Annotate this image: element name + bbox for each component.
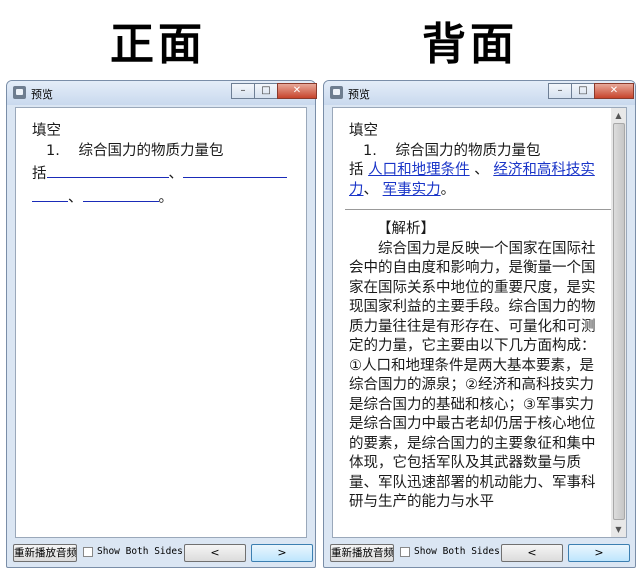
replay-audio-button[interactable]: 重新播放音频 (330, 544, 394, 562)
show-both-sides-checkbox[interactable] (400, 547, 410, 557)
question-stem-text-2: 括 (32, 166, 47, 182)
question-blanks-line-1: 括、 (32, 161, 296, 185)
analysis-title: 【解析】 (377, 221, 435, 237)
bottom-toolbar: 重新播放音频 Show Both Sides < > (328, 542, 631, 564)
maximize-button[interactable]: □ (254, 83, 278, 99)
minimize-button[interactable]: – (231, 83, 255, 99)
vertical-scrollbar[interactable]: ▲ ▼ (611, 108, 626, 537)
window-titlebar[interactable]: 预览 – □ ✕ (324, 81, 635, 105)
show-both-sides-checkbox[interactable] (83, 547, 93, 557)
divider (345, 209, 611, 210)
question-stem: 1. 综合国力的物质力量包 (349, 142, 607, 162)
question-number: 1. (46, 142, 60, 159)
card-content-front: 填空 1. 综合国力的物质力量包 括、 、。 (15, 107, 307, 538)
separator: 、 (363, 181, 379, 198)
back-side-title: 背面 (422, 19, 518, 70)
answer-blank-2a (183, 161, 287, 178)
question-type-label: 填空 (349, 123, 378, 139)
preview-window-back: 预览 – □ ✕ 填空 1. 综合国力的物质力量包 括 人口和地理条件 、 经济… (323, 80, 636, 568)
app-icon (13, 86, 26, 99)
answer-3: 军事实力 (382, 181, 441, 198)
close-button[interactable]: ✕ (594, 83, 634, 99)
scroll-down-arrow-icon[interactable]: ▼ (611, 522, 626, 537)
show-both-sides-label[interactable]: Show Both Sides (97, 546, 183, 557)
next-button[interactable]: > (568, 544, 630, 562)
replay-audio-button[interactable]: 重新播放音频 (13, 544, 77, 562)
answer-line: 括 人口和地理条件 、 经济和高科技实力、 军事实力。 (349, 161, 607, 200)
window-titlebar[interactable]: 预览 – □ ✕ (7, 81, 317, 105)
card-content-back: 填空 1. 综合国力的物质力量包 括 人口和地理条件 、 经济和高科技实力、 军… (332, 107, 627, 538)
scroll-up-arrow-icon[interactable]: ▲ (611, 108, 626, 123)
window-title: 预览 (31, 88, 53, 101)
analysis-body: 综合国力是反映一个国家在国际社会中的自由度和影响力，是衡量一个国家在国际关系中地… (349, 240, 596, 511)
answer-blank-1 (46, 161, 169, 178)
answer-blank-2b (32, 185, 68, 202)
app-icon (330, 86, 343, 99)
preview-window-front: 预览 – □ ✕ 填空 1. 综合国力的物质力量包 括、 、。 重新播放音频 S… (6, 80, 317, 568)
close-button[interactable]: ✕ (277, 83, 317, 99)
scroll-thumb[interactable] (613, 123, 625, 520)
separator: 、 (168, 166, 184, 182)
question-stem-text-2: 括 (349, 162, 364, 178)
separator: 、 (474, 162, 489, 178)
previous-button[interactable]: < (501, 544, 563, 562)
front-side-title: 正面 (110, 19, 206, 70)
question-stem-text: 综合国力的物质力量包 (78, 142, 224, 159)
window-title: 预览 (348, 88, 370, 101)
previous-button[interactable]: < (184, 544, 246, 562)
question-number: 1. (363, 142, 377, 159)
question-stem: 1. 综合国力的物质力量包 (32, 142, 296, 162)
minimize-button[interactable]: – (548, 83, 572, 99)
separator: 、 (68, 189, 83, 206)
next-button[interactable]: > (251, 544, 313, 562)
question-stem-text: 综合国力的物质力量包 (395, 142, 541, 159)
question-blanks-line-2: 、。 (32, 185, 296, 209)
period: 。 (440, 181, 456, 198)
period: 。 (158, 189, 174, 206)
bottom-toolbar: 重新播放音频 Show Both Sides < > (11, 542, 313, 564)
answer-1: 人口和地理条件 (368, 162, 470, 178)
question-type-label: 填空 (32, 123, 61, 139)
show-both-sides-label[interactable]: Show Both Sides (414, 546, 500, 557)
maximize-button[interactable]: □ (571, 83, 595, 99)
answer-blank-3 (82, 185, 159, 202)
